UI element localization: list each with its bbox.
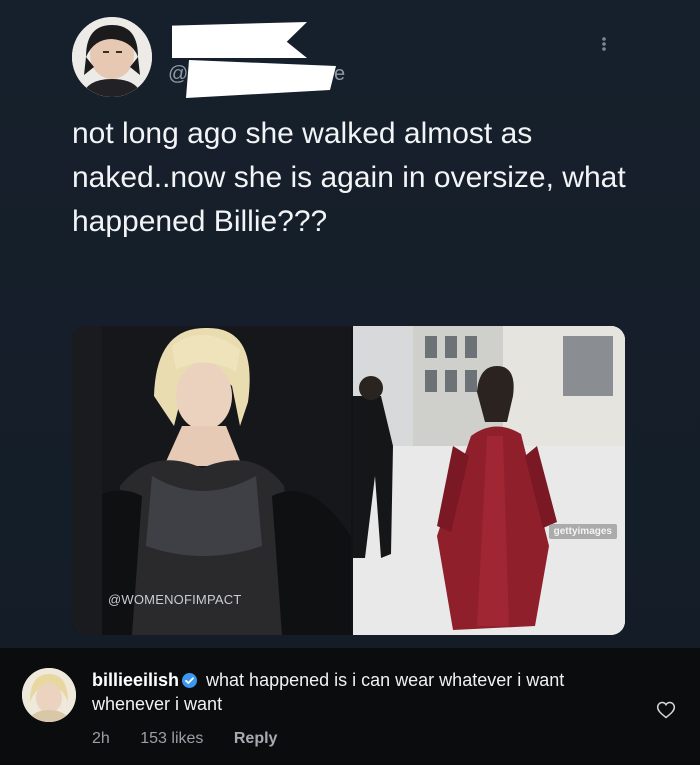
more-vertical-icon[interactable] [596,34,612,54]
comment-body: billieeilish what happened is i can wear… [92,668,632,716]
screenshot-frame: @ e not long ago she walked almost as na… [0,0,700,765]
heart-icon[interactable] [656,700,676,720]
verified-badge-icon [182,673,198,688]
tweet-handle-prefix: @ [168,63,189,85]
comment-username[interactable]: billieeilish [92,670,179,690]
tweet-handle-suffix: e [334,63,346,85]
comment-timestamp: 2h [92,730,110,747]
comment-meta: 2h 153 likes Reply [92,730,303,748]
media-photo-right[interactable]: gettyimages [353,326,625,635]
redacted-handle [186,60,336,98]
comment-row: billieeilish what happened is i can wear… [0,648,700,765]
redacted-display-name [172,22,307,58]
media-watermark: @WOMENOFIMPACT [108,592,242,607]
tweet-card: @ e not long ago she walked almost as na… [0,0,700,648]
media-photo-left[interactable]: @WOMENOFIMPACT [72,326,351,635]
commenter-avatar[interactable] [22,668,76,722]
tweet-author-avatar[interactable] [72,17,152,97]
getty-images-badge: gettyimages [548,524,617,539]
tweet-text: not long ago she walked almost as naked.… [72,117,626,238]
reply-button[interactable]: Reply [234,730,278,747]
comment-likes-count[interactable]: 153 likes [140,730,203,747]
tweet-media[interactable]: @WOMENOFIMPACT gettyimages [72,326,625,635]
